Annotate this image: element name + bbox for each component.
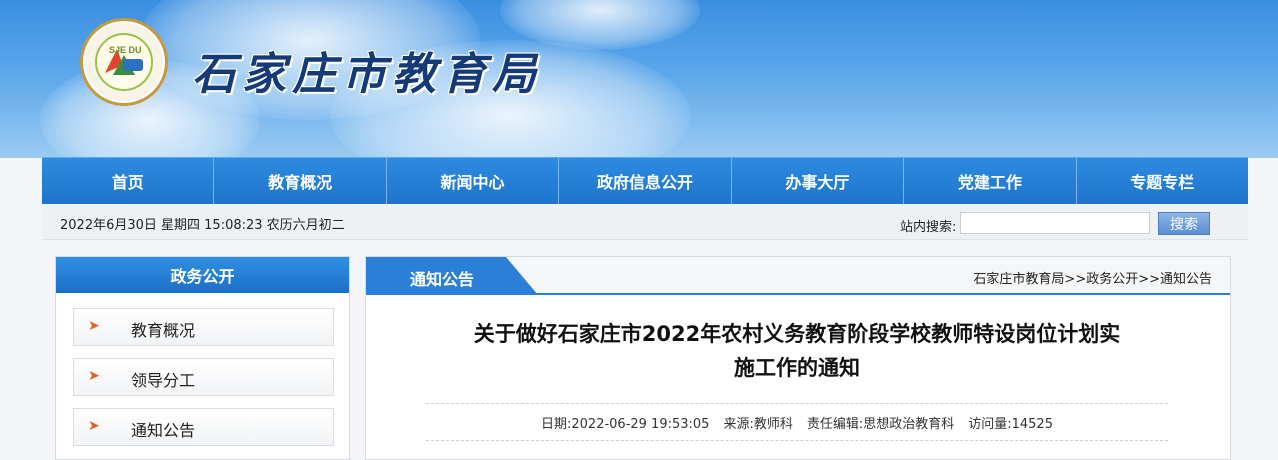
logo-text: SJE DU xyxy=(109,45,142,55)
arrow-right-icon: ➤ xyxy=(88,318,100,334)
tab-notices[interactable]: 通知公告 xyxy=(410,266,474,290)
nav-item-service-hall[interactable]: 办事大厅 xyxy=(732,158,905,204)
article-title: 关于做好石家庄市2022年农村义务教育阶段学校教师特设岗位计划实 施工作的通知 xyxy=(422,317,1172,385)
article-views: 访问量:14525 xyxy=(968,416,1053,432)
logo-emblem-icon: SJE DU xyxy=(95,33,153,91)
sidebar-item-label: 教育概况 xyxy=(131,321,196,340)
current-datetime: 2022年6月30日 星期四 15:08:23 农历六月初二 xyxy=(60,218,345,233)
sidebar-item-label: 领导分工 xyxy=(131,371,196,390)
site-logo[interactable]: SJE DU xyxy=(80,18,168,106)
nav-item-education-overview[interactable]: 教育概况 xyxy=(214,158,387,204)
sidebar-item-label: 通知公告 xyxy=(131,421,196,440)
sidebar-item-notices[interactable]: ➤ 通知公告 xyxy=(73,408,334,446)
nav-item-gov-info[interactable]: 政府信息公开 xyxy=(559,158,732,204)
arrow-right-icon: ➤ xyxy=(88,418,100,434)
search-button[interactable]: 搜索 xyxy=(1158,212,1210,235)
main-panel: 通知公告 石家庄市教育局>>政务公开>>通知公告 关于做好石家庄市2022年农村… xyxy=(365,256,1231,460)
article-meta: 日期:2022-06-29 19:53:05 来源:教师科 责任编辑:思想政治教… xyxy=(426,403,1168,441)
info-bar: 2022年6月30日 星期四 15:08:23 农历六月初二 站内搜索: 搜索 xyxy=(42,204,1248,240)
main-nav: 首页 教育概况 新闻中心 政府信息公开 办事大厅 党建工作 专题专栏 xyxy=(42,157,1248,204)
nav-item-special-topics[interactable]: 专题专栏 xyxy=(1077,158,1248,204)
sidebar: 政务公开 ➤ 教育概况 ➤ 领导分工 ➤ 通知公告 xyxy=(55,256,350,460)
sidebar-title: 政务公开 xyxy=(56,257,349,293)
sidebar-item-education-overview[interactable]: ➤ 教育概况 xyxy=(73,308,334,346)
search-label: 站内搜索: xyxy=(900,220,957,235)
nav-item-news-center[interactable]: 新闻中心 xyxy=(387,158,560,204)
article-title-line: 关于做好石家庄市2022年农村义务教育阶段学校教师特设岗位计划实 xyxy=(473,322,1121,346)
article-title-line: 施工作的通知 xyxy=(734,356,860,380)
article-date: 日期:2022-06-29 19:53:05 xyxy=(541,416,710,432)
main-panel-header: 通知公告 石家庄市教育局>>政务公开>>通知公告 xyxy=(366,257,1230,295)
sidebar-item-leadership[interactable]: ➤ 领导分工 xyxy=(73,358,334,396)
nav-item-home[interactable]: 首页 xyxy=(42,158,215,204)
nav-item-party-building[interactable]: 党建工作 xyxy=(904,158,1077,204)
site-title[interactable]: 石家庄市教育局 xyxy=(192,38,542,102)
header-banner: SJE DU 石家庄市教育局 xyxy=(0,0,1278,158)
article-editor: 责任编辑:思想政治教育科 xyxy=(806,416,955,432)
breadcrumb[interactable]: 石家庄市教育局>>政务公开>>通知公告 xyxy=(973,268,1212,287)
arrow-right-icon: ➤ xyxy=(88,368,100,384)
search-input[interactable] xyxy=(960,212,1150,234)
article-source: 来源:教师科 xyxy=(723,416,793,432)
